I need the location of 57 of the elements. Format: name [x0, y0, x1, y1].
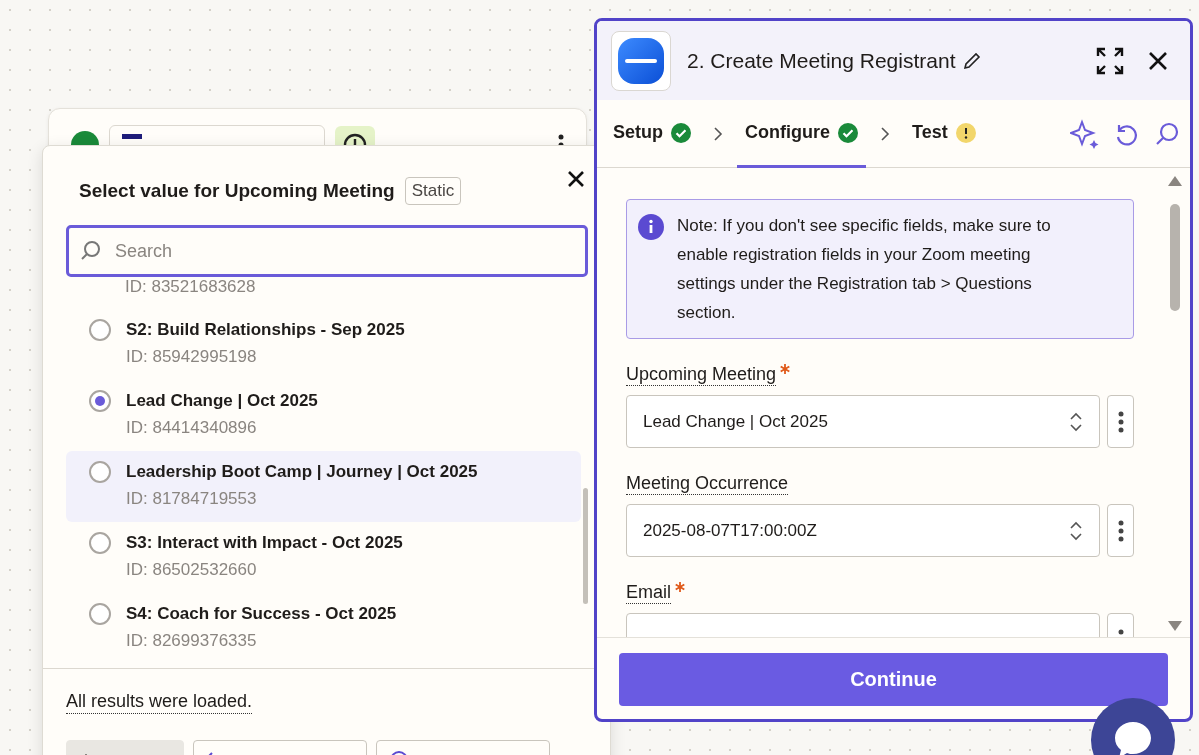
radio-button[interactable] [89, 461, 111, 483]
option-label: Leadership Boot Camp | Journey | Oct 2025 [126, 461, 478, 483]
step-tab[interactable]: Configure [737, 100, 866, 168]
more-icon [1117, 518, 1124, 543]
expand-button[interactable] [1096, 46, 1124, 75]
status-text: All results were loaded. [66, 689, 253, 714]
more-button[interactable] [1107, 504, 1134, 557]
static-tag: Static [404, 177, 462, 205]
scroll-up-icon[interactable] [1168, 176, 1182, 186]
option-label: S3: Interact with Impact - Oct 2025 [126, 532, 403, 554]
field-label: Meeting Occurrence [626, 472, 789, 495]
info-icon [638, 214, 664, 240]
field-label: Upcoming Meeting [626, 363, 777, 386]
option-label: S2: Build Relationships - Sep 2025 [126, 319, 405, 341]
option-row[interactable]: S3: Interact with Impact - Oct 2025 ID: 86502532660 [66, 522, 581, 593]
note-text: Note: If you don't see specific fields, make sure to enable registration fields in your Zoom meeting settings under the Registration tab > Questions section. [677, 216, 1051, 322]
option-row[interactable]: S2: Build Relationships - Sep 2025 ID: 85942995198 [66, 309, 581, 380]
option-id: ID: 86502532660 [126, 559, 257, 581]
app-logo [611, 30, 671, 91]
close-button[interactable] [1148, 50, 1168, 71]
step-tab[interactable]: Test [904, 100, 984, 168]
option-row[interactable]: Lead Change | Oct 2025 ID: 84414340896 [66, 380, 581, 451]
panel-title: 2. Create Meeting Registrant [687, 48, 956, 73]
option-id: ID: 82699376335 [126, 630, 257, 652]
sort-caret-icon [1069, 411, 1083, 432]
scrollbar-thumb[interactable] [1170, 204, 1180, 311]
pencil-icon[interactable] [963, 51, 982, 70]
chevron-icon [713, 125, 723, 142]
option-id: ID: 84414340896 [126, 417, 257, 439]
scroll-down-icon[interactable] [1168, 621, 1182, 631]
radio-button[interactable] [89, 390, 111, 412]
radio-button[interactable] [89, 532, 111, 554]
dropdown-field[interactable]: Lead Change | Oct 2025 [626, 395, 1100, 448]
close-button[interactable] [566, 169, 586, 189]
more-button[interactable] [1107, 395, 1134, 448]
option-id: ID: 81784719553 [126, 488, 257, 510]
option-row[interactable]: S4: Coach for Success - Oct 2025 ID: 82699376335 [66, 593, 581, 664]
radio-button[interactable] [89, 603, 111, 625]
sparkle-icon[interactable] [1070, 118, 1100, 149]
option-id: ID: 85942995198 [126, 346, 257, 368]
step-tab[interactable]: Setup [605, 100, 699, 168]
sort-caret-icon [1069, 520, 1083, 541]
chevron-icon [880, 125, 890, 142]
bar-icon [122, 134, 142, 139]
continue-button[interactable]: Continue [619, 653, 1168, 706]
search-icon[interactable] [1154, 120, 1180, 147]
dropdown-field[interactable]: 2025-08-07T17:00:00Z [626, 504, 1100, 557]
option-row[interactable]: Leadership Boot Camp | Journey | Oct 2025 ID: 81784719553 [66, 451, 581, 522]
picker-title: Select value for Upcoming Meeting [79, 180, 395, 202]
radio-button[interactable] [89, 319, 111, 341]
scrollbar-thumb[interactable] [583, 488, 588, 604]
more-icon [1117, 409, 1124, 434]
search-field[interactable]: Search [66, 225, 588, 277]
option-label: Lead Change | Oct 2025 [126, 390, 318, 412]
option-label: S4: Coach for Success - Oct 2025 [126, 603, 397, 625]
option-id: ID: 83521683628 [125, 277, 256, 296]
field-label: Email [626, 581, 671, 604]
